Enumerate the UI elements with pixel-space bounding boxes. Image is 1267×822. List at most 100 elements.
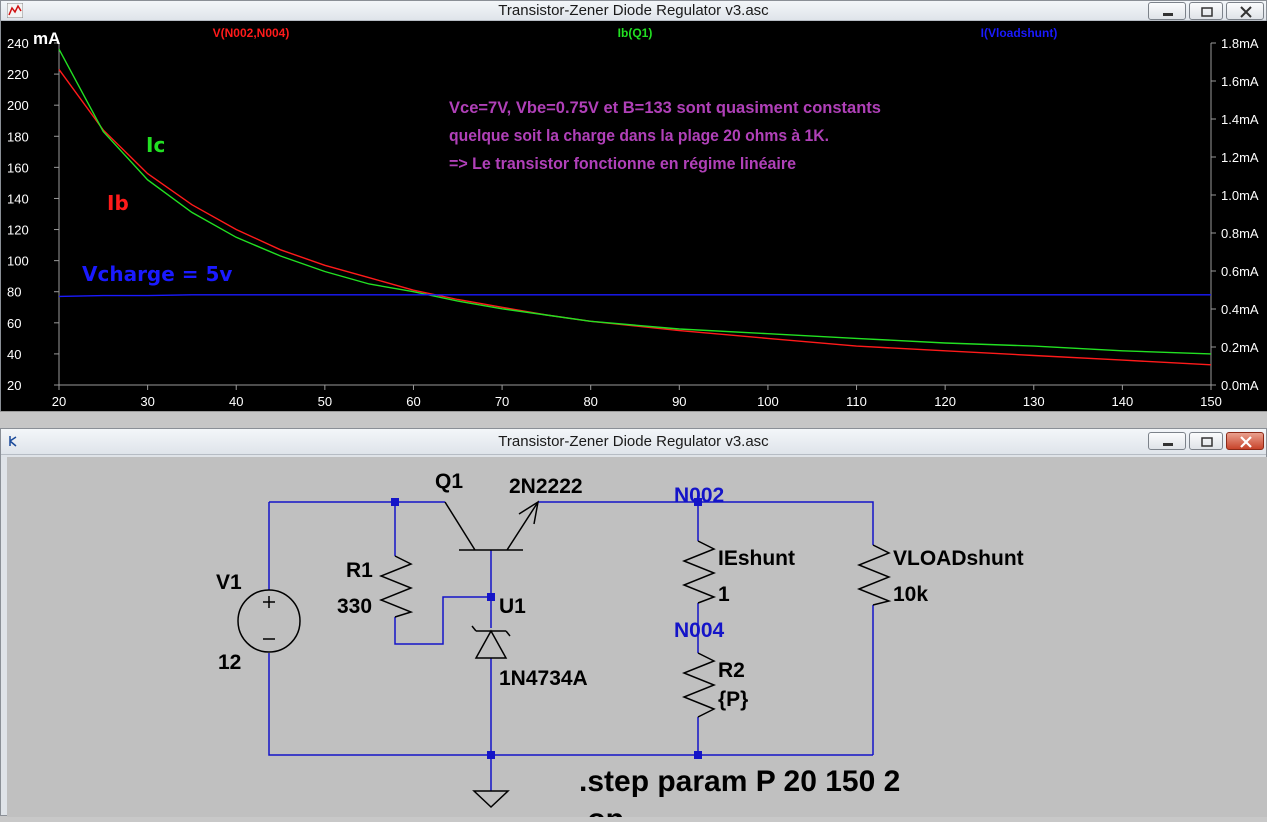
restore-icon <box>1201 437 1213 447</box>
wire-top-right <box>538 501 874 545</box>
v1-plus-sign <box>263 596 275 608</box>
minimize-button[interactable] <box>1148 2 1186 20</box>
v1-name-label[interactable]: V1 <box>216 571 242 594</box>
wire-r1-bottom <box>394 596 491 645</box>
r2-name-label[interactable]: R2 <box>718 659 745 682</box>
note-line-3: => Le transistor fonctionne en régime li… <box>449 154 796 173</box>
x-tick-label: 80 <box>583 394 597 409</box>
annotation-ib: Ib <box>107 191 129 215</box>
restore-button[interactable] <box>1189 2 1223 20</box>
schematic-window-title: Transistor-Zener Diode Regulator v3.asc <box>498 433 769 450</box>
x-tick-label: 90 <box>672 394 686 409</box>
close-button[interactable] <box>1226 2 1264 20</box>
spice-directive-op[interactable]: .op <box>579 803 624 822</box>
schematic-minimize-button[interactable] <box>1148 432 1186 450</box>
vloadshunt-name-label[interactable]: VLOADshunt <box>893 547 1024 570</box>
net-label-n002[interactable]: N002 <box>674 484 724 507</box>
waveform-chart[interactable]: 20 30 40 50 60 70 80 90 100 110 120 130 140 150 240 220… <box>1 21 1267 411</box>
r1-value-label[interactable]: 330 <box>337 595 372 618</box>
schematic-drawing[interactable]: V1 12 R1 330 Q1 2N2222 U1 1N4734A N002 N… <box>7 457 1267 822</box>
legend-i-vloadshunt[interactable]: I(Vloadshunt) <box>981 26 1058 40</box>
ieshunt-name-label[interactable]: IEshunt <box>718 547 795 570</box>
y-right-tick-label: 0.8mA <box>1221 226 1259 241</box>
left-axis-unit: mA <box>33 29 60 48</box>
y-left-tick-label: 60 <box>7 316 21 331</box>
q1-transistor-symbol[interactable] <box>444 501 539 551</box>
u1-model-label[interactable]: 1N4734A <box>499 667 588 690</box>
x-tick-label: 100 <box>757 394 779 409</box>
legend-ib-q1[interactable]: Ib(Q1) <box>618 26 653 40</box>
x-tick-label: 120 <box>934 394 956 409</box>
plot-window-title: Transistor-Zener Diode Regulator v3.asc <box>498 2 769 19</box>
r2-resistor-symbol[interactable] <box>681 652 717 718</box>
note-line-2: quelque soit la charge dans la plage 20 … <box>449 126 829 145</box>
r1-resistor-symbol[interactable] <box>378 555 414 618</box>
y-right-tick-label: 0.4mA <box>1221 302 1259 317</box>
y-right-tick-label: 0.0mA <box>1221 378 1259 393</box>
x-tick-label: 150 <box>1200 394 1222 409</box>
junction-gnd-zener <box>487 751 495 759</box>
y-left-tick-label: 220 <box>7 67 29 82</box>
x-tick-label: 130 <box>1023 394 1045 409</box>
close-icon <box>1240 436 1252 448</box>
annotation-ic: Ic <box>146 133 165 157</box>
r2-value-label[interactable]: {P} <box>718 688 748 711</box>
y-left-tick-label: 140 <box>7 191 29 206</box>
vloadshunt-resistor-symbol[interactable] <box>856 544 892 606</box>
note-line-1: Vce=7V, Vbe=0.75V et B=133 sont quasimen… <box>449 98 881 117</box>
q1-name-label[interactable]: Q1 <box>435 470 463 493</box>
plot-area[interactable]: 20 30 40 50 60 70 80 90 100 110 120 130 140 150 240 220… <box>1 21 1267 411</box>
x-tick-label: 70 <box>495 394 509 409</box>
y-right-tick-label: 1.4mA <box>1221 112 1259 127</box>
q1-model-label[interactable]: 2N2222 <box>509 475 583 498</box>
schematic-close-button[interactable] <box>1226 432 1264 450</box>
plot-titlebar[interactable]: Transistor-Zener Diode Regulator v3.asc <box>1 1 1266 21</box>
u1-name-label[interactable]: U1 <box>499 595 526 618</box>
ieshunt-resistor-symbol[interactable] <box>681 540 717 604</box>
minimize-icon <box>1163 13 1173 16</box>
x-tick-label: 30 <box>140 394 154 409</box>
y-left-tick-label: 240 <box>7 36 29 51</box>
plot-window: Transistor-Zener Diode Regulator v3.asc … <box>0 0 1267 411</box>
y-right-tick-label: 1.0mA <box>1221 188 1259 203</box>
junction-gnd-r2 <box>694 751 702 759</box>
annotation-vcharge: Vcharge = 5v <box>82 262 232 286</box>
y-left-tick-label: 200 <box>7 98 29 113</box>
v1-value-label[interactable]: 12 <box>218 651 241 674</box>
close-icon <box>1240 6 1252 18</box>
y-right-tick-label: 1.2mA <box>1221 150 1259 165</box>
y-left-tick-label: 20 <box>7 378 21 393</box>
schematic-titlebar[interactable]: Transistor-Zener Diode Regulator v3.asc <box>1 429 1266 455</box>
x-tick-label: 110 <box>846 394 867 409</box>
schematic-canvas[interactable]: V1 12 R1 330 Q1 2N2222 U1 1N4734A N002 N… <box>7 457 1267 822</box>
schematic-restore-button[interactable] <box>1189 432 1223 450</box>
schematic-window: Transistor-Zener Diode Regulator v3.asc <box>0 428 1267 822</box>
y-right-tick-label: 1.8mA <box>1221 36 1259 51</box>
ieshunt-value-label[interactable]: 1 <box>718 583 730 606</box>
y-left-tick-label: 180 <box>7 129 29 144</box>
net-label-n004[interactable]: N004 <box>674 619 725 642</box>
y-left-tick-label: 100 <box>7 254 29 269</box>
y-left-tick-label: 120 <box>7 223 29 238</box>
y-right-tick-label: 0.2mA <box>1221 340 1259 355</box>
y-left-tick-label: 160 <box>7 160 29 175</box>
x-tick-label: 140 <box>1112 394 1134 409</box>
x-tick-label: 50 <box>318 394 332 409</box>
minimize-icon <box>1163 443 1173 446</box>
trace-2[interactable] <box>58 294 1211 298</box>
u1-zener-symbol[interactable] <box>471 625 511 659</box>
x-tick-label: 20 <box>52 394 66 409</box>
x-tick-label: 40 <box>229 394 243 409</box>
trace-1[interactable] <box>58 48 1212 355</box>
vloadshunt-value-label[interactable]: 10k <box>893 583 928 606</box>
junction-base <box>487 593 495 601</box>
y-left-tick-label: 80 <box>7 285 21 300</box>
ground-symbol[interactable] <box>472 790 510 809</box>
junction-r1-top <box>391 498 399 506</box>
restore-icon <box>1201 7 1213 17</box>
y-left-tick-label: 40 <box>7 347 21 362</box>
window-gap <box>0 411 1267 428</box>
r1-name-label[interactable]: R1 <box>346 559 373 582</box>
legend-v-n002-n004[interactable]: V(N002,N004) <box>213 26 290 40</box>
spice-directive-step[interactable]: .step param P 20 150 2 <box>579 765 900 798</box>
